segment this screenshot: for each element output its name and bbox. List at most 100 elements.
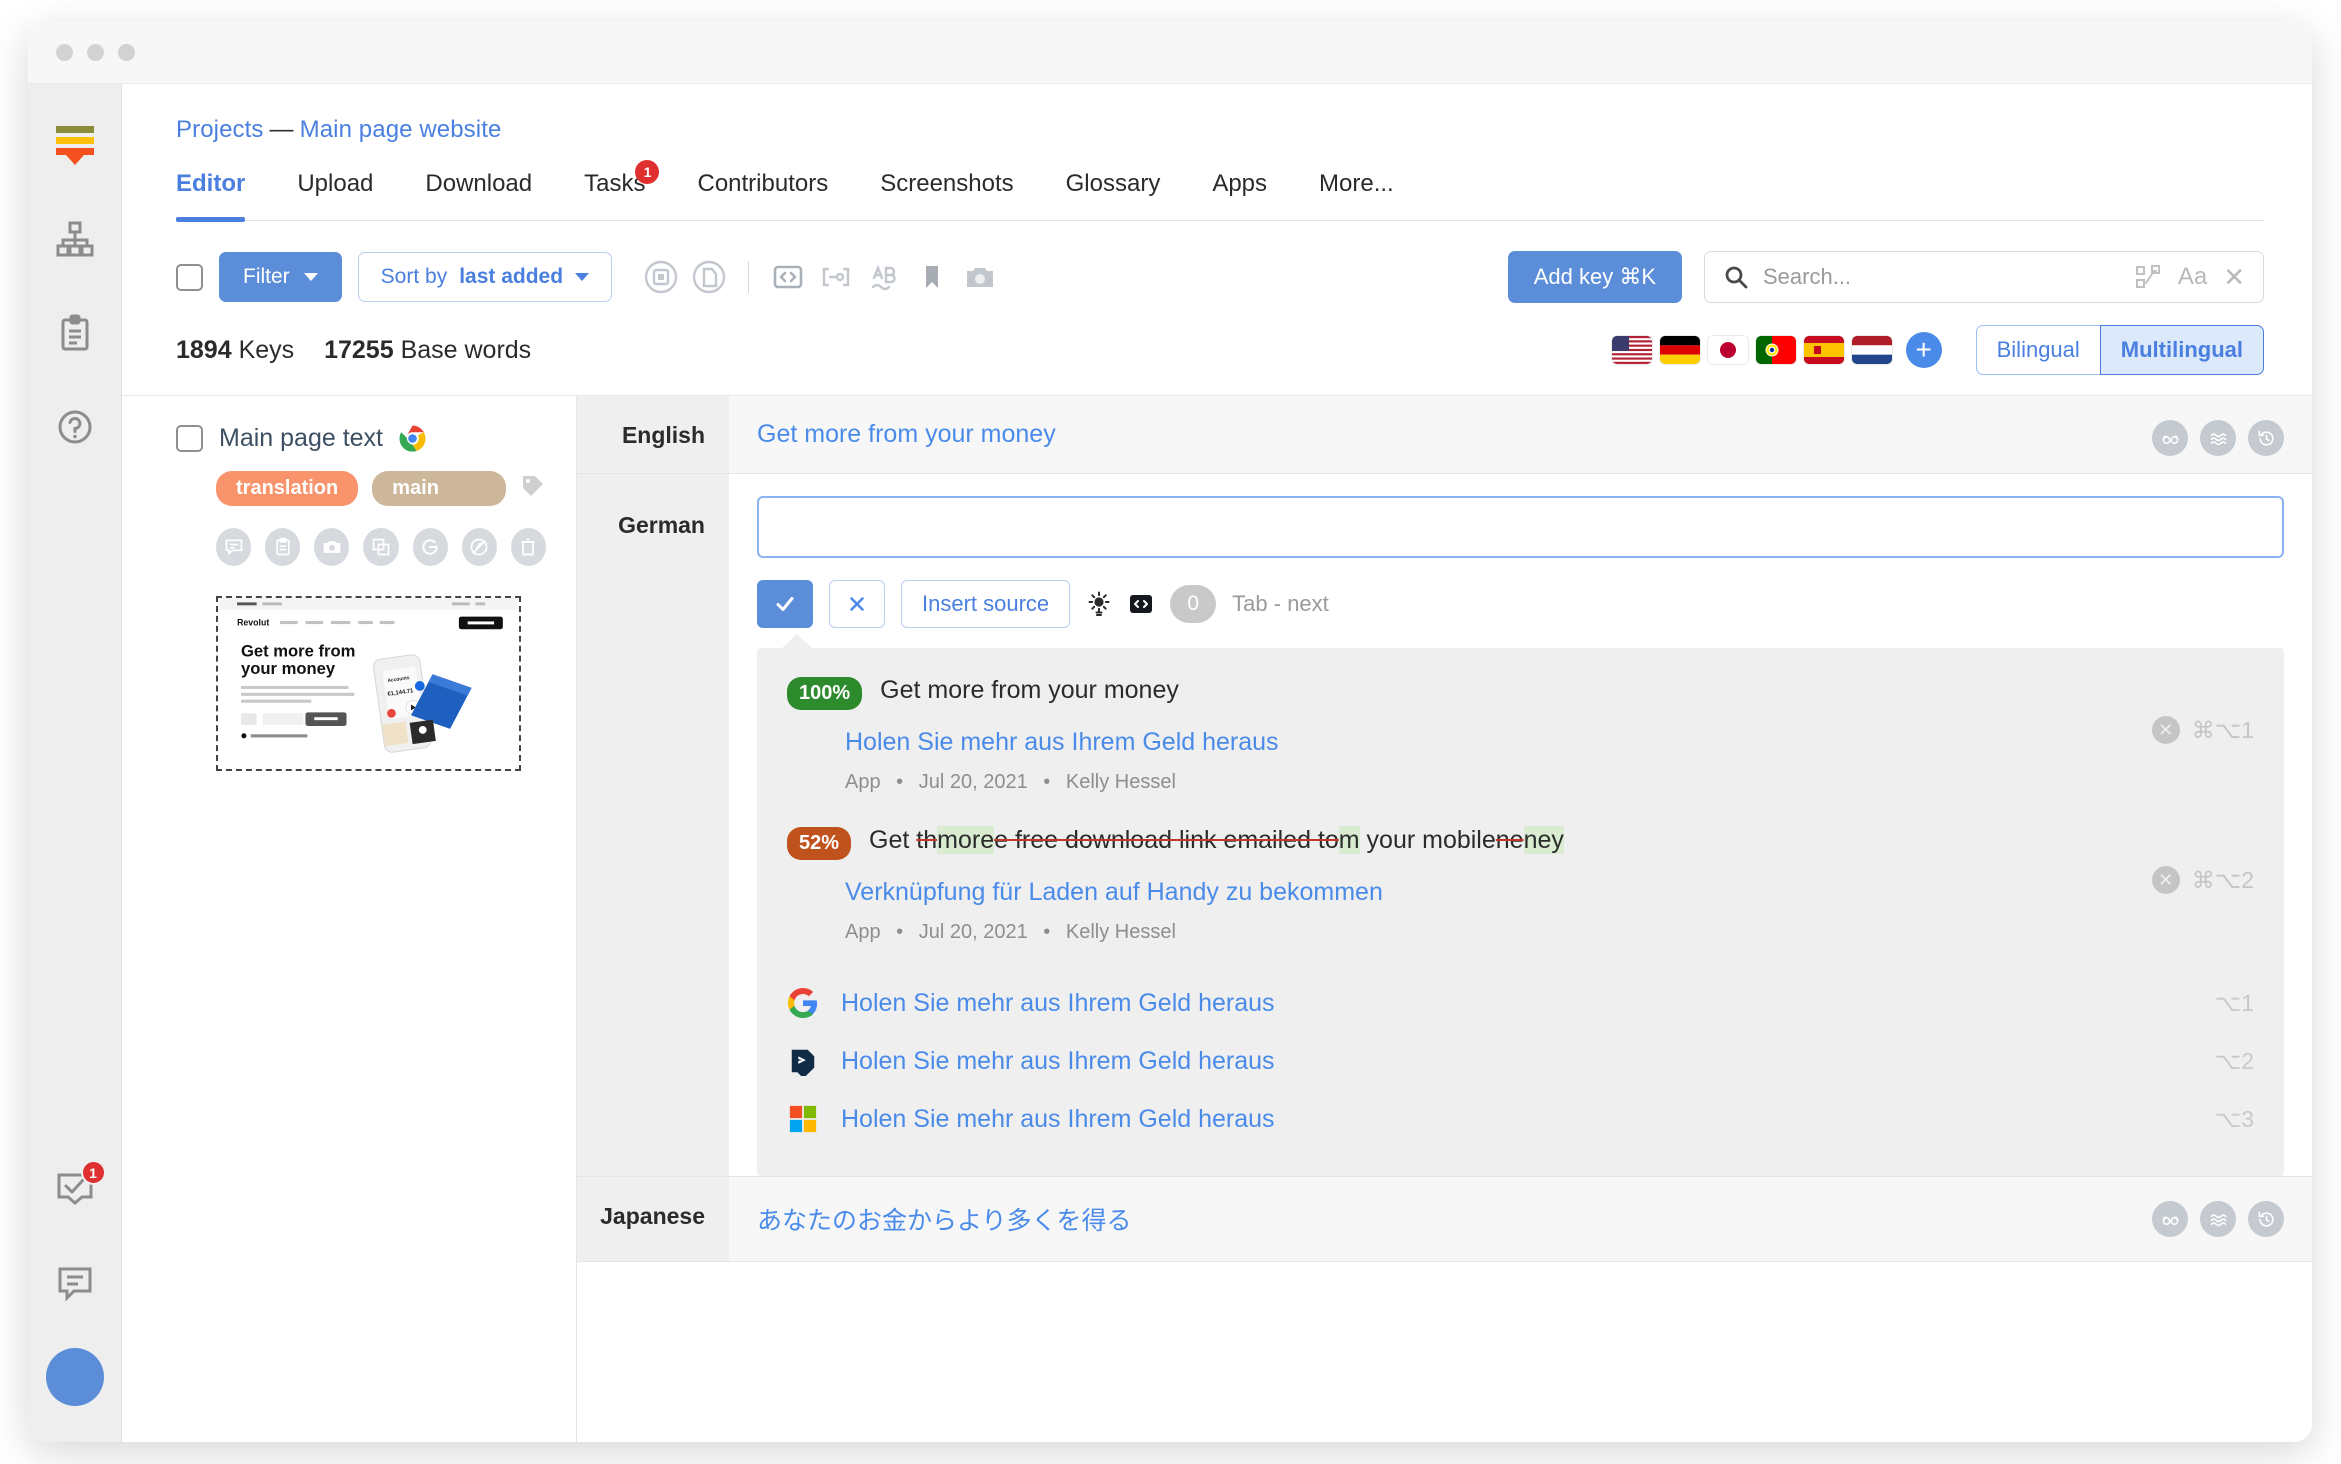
flag-portugal[interactable] xyxy=(1756,336,1796,364)
flag-japan[interactable] xyxy=(1708,336,1748,364)
fuzzy-icon[interactable] xyxy=(2200,420,2236,456)
tm-suggestion-1[interactable]: 100% Get more from your money Holen Sie … xyxy=(787,674,2254,794)
remove-suggestion-icon[interactable]: ✕ xyxy=(2152,716,2180,744)
tab-screenshots[interactable]: Screenshots xyxy=(854,170,1039,220)
sidebar-item-tasks-board[interactable] xyxy=(52,310,98,356)
tab-more[interactable]: More... xyxy=(1293,170,1420,220)
tab-editor[interactable]: Editor xyxy=(176,170,271,220)
cancel-translation-button[interactable] xyxy=(829,580,885,628)
tm-suggestion-2[interactable]: 52% Get thmoree free download link email… xyxy=(787,824,2254,944)
code-icon[interactable] xyxy=(1128,591,1154,617)
mt-text[interactable]: Holen Sie mehr aus Ihrem Geld heraus xyxy=(841,1047,1275,1076)
code-tags-icon[interactable] xyxy=(771,260,805,294)
duplicate-key-icon[interactable] xyxy=(692,260,726,294)
select-all-checkbox[interactable] xyxy=(176,264,203,291)
suggestion-spacer xyxy=(787,944,2254,974)
add-language-button[interactable]: + xyxy=(1906,332,1942,368)
flag-germany[interactable] xyxy=(1660,336,1700,364)
tab-contributors[interactable]: Contributors xyxy=(671,170,854,220)
avatar[interactable] xyxy=(46,1348,104,1406)
comment-icon[interactable] xyxy=(216,528,251,566)
translation-input-german[interactable] xyxy=(757,496,2284,558)
view-mode-bilingual[interactable]: Bilingual xyxy=(1976,325,2100,375)
tab-glossary[interactable]: Glossary xyxy=(1040,170,1187,220)
tab-tasks[interactable]: Tasks 1 xyxy=(558,170,671,220)
mt-suggestion-google[interactable]: Holen Sie mehr aus Ihrem Geld heraus ⌥1 xyxy=(787,974,2254,1032)
filter-tree-icon[interactable] xyxy=(2134,264,2162,290)
mt-shortcut: ⌥1 xyxy=(2215,990,2254,1017)
view-mode-multilingual[interactable]: Multilingual xyxy=(2100,325,2264,375)
placeholder-icon[interactable] xyxy=(819,260,853,294)
mt-suggestion-deepl[interactable]: Holen Sie mehr aus Ihrem Geld heraus ⌥2 xyxy=(787,1032,2254,1090)
machine-translate-icon[interactable] xyxy=(644,260,678,294)
key-screenshot-thumbnail[interactable]: Revolut Get more from your money xyxy=(216,596,521,771)
row-value-english[interactable]: Get more from your money xyxy=(757,420,2284,449)
match-case-icon[interactable]: Aa xyxy=(2178,263,2207,291)
add-key-button[interactable]: Add key ⌘K xyxy=(1508,251,1682,303)
tm-target-text[interactable]: Verknüpfung für Laden auf Handy zu bekom… xyxy=(845,878,2254,907)
tab-apps[interactable]: Apps xyxy=(1186,170,1293,220)
mt-text[interactable]: Holen Sie mehr aus Ihrem Geld heraus xyxy=(841,1105,1275,1134)
window-close-dot[interactable] xyxy=(56,44,73,61)
breadcrumb-root[interactable]: Projects xyxy=(176,116,264,143)
proofread-icon[interactable] xyxy=(2152,1201,2188,1237)
row-value-english-cell[interactable]: Get more from your money xyxy=(729,396,2312,473)
mt-shortcut: ⌥3 xyxy=(2215,1106,2254,1133)
flag-netherlands[interactable] xyxy=(1852,336,1892,364)
google-icon[interactable] xyxy=(413,528,448,566)
diff-plain: your mobile xyxy=(1360,826,1496,854)
window-minimize-dot[interactable] xyxy=(87,44,104,61)
tag-translation[interactable]: translation xyxy=(216,471,358,506)
clear-search-icon[interactable]: ✕ xyxy=(2223,262,2245,293)
key-checkbox[interactable] xyxy=(176,425,203,452)
proofread-icon[interactable] xyxy=(2152,420,2188,456)
mt-shortcut: ⌥2 xyxy=(2215,1048,2254,1075)
history-icon[interactable] xyxy=(2248,1201,2284,1237)
tag-main[interactable]: main xyxy=(372,471,506,506)
breadcrumb-current[interactable]: Main page website xyxy=(300,116,502,143)
spellcheck-icon[interactable] xyxy=(867,260,901,294)
tm-target-text[interactable]: Holen Sie mehr aus Ihrem Geld heraus xyxy=(845,728,2254,757)
row-value-japanese[interactable]: あなたのお金からより多くを得る xyxy=(757,1201,2284,1237)
bookmark-icon[interactable] xyxy=(915,260,949,294)
clipboard-icon[interactable] xyxy=(265,528,300,566)
sidebar-item-help[interactable] xyxy=(52,404,98,450)
tm-match-percent: 100% xyxy=(787,677,862,710)
key-name[interactable]: Main page text xyxy=(219,424,383,453)
hidden-icon[interactable] xyxy=(462,528,497,566)
remove-suggestion-icon[interactable]: ✕ xyxy=(2152,866,2180,894)
flag-spain[interactable] xyxy=(1804,336,1844,364)
app-window: 1 Projects—Main page website Editor xyxy=(28,22,2312,1442)
sidebar-item-projects[interactable] xyxy=(52,216,98,262)
copy-icon[interactable] xyxy=(363,528,398,566)
keys-count: 1894 xyxy=(176,336,232,364)
tab-upload[interactable]: Upload xyxy=(271,170,399,220)
row-value-japanese-cell[interactable]: あなたのお金からより多くを得る xyxy=(729,1177,2312,1261)
mt-text[interactable]: Holen Sie mehr aus Ihrem Geld heraus xyxy=(841,989,1275,1018)
lokalise-logo-icon[interactable] xyxy=(52,122,98,168)
tm-meta-author: Kelly Hessel xyxy=(1066,771,1176,793)
trash-icon[interactable] xyxy=(511,528,546,566)
code-icon-glyph xyxy=(1128,591,1154,617)
fuzzy-icon[interactable] xyxy=(2200,1201,2236,1237)
insert-source-button[interactable]: Insert source xyxy=(901,580,1070,628)
mt-suggestion-microsoft[interactable]: Holen Sie mehr aus Ihrem Geld heraus ⌥3 xyxy=(787,1090,2254,1148)
tm-suggestion-1-shortcut: ✕ ⌘⌥1 xyxy=(2152,716,2254,744)
search-input[interactable] xyxy=(1763,264,2120,290)
sidebar-item-chat[interactable] xyxy=(52,1260,98,1306)
history-icon[interactable] xyxy=(2248,420,2284,456)
sort-by-button[interactable]: Sort by last added xyxy=(358,252,612,302)
flag-united-states[interactable] xyxy=(1612,336,1652,364)
save-translation-button[interactable] xyxy=(757,580,813,628)
filter-button[interactable]: Filter xyxy=(219,252,342,302)
breadcrumb-separator: — xyxy=(264,116,300,143)
tab-download[interactable]: Download xyxy=(399,170,558,220)
camera-icon[interactable] xyxy=(314,528,349,566)
tag-icon[interactable] xyxy=(520,473,546,504)
search-box[interactable]: Aa ✕ xyxy=(1704,251,2264,303)
sidebar-item-inbox[interactable]: 1 xyxy=(52,1166,98,1212)
camera-icon[interactable] xyxy=(963,260,997,294)
tab-contributors-label: Contributors xyxy=(697,170,828,197)
lightbulb-icon[interactable] xyxy=(1086,591,1112,617)
window-maximize-dot[interactable] xyxy=(118,44,135,61)
